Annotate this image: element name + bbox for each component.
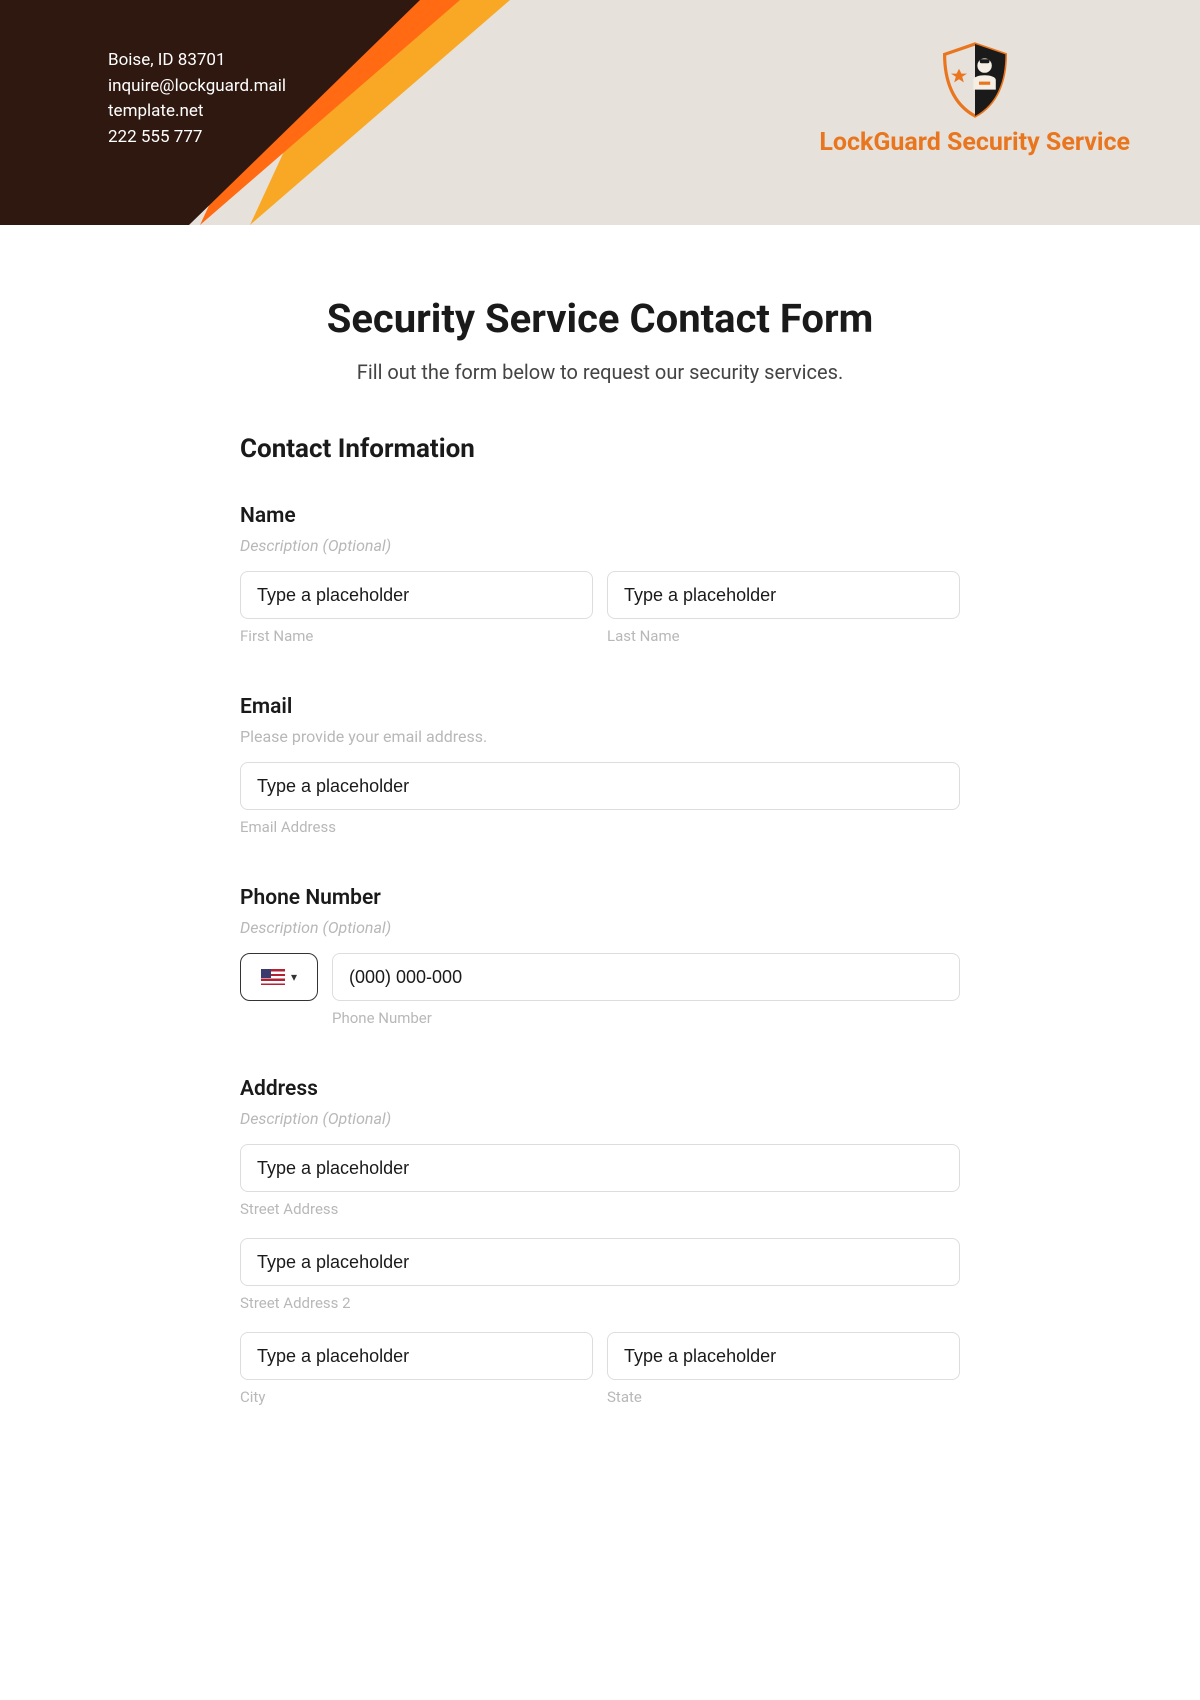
contact-site: template.net	[108, 99, 286, 125]
street-address-sublabel: Street Address	[240, 1200, 960, 1218]
email-label: Email	[240, 695, 960, 719]
chevron-down-icon: ▾	[291, 970, 297, 984]
phone-input[interactable]	[332, 953, 960, 1001]
state-input[interactable]	[607, 1332, 960, 1380]
email-sublabel: Email Address	[240, 818, 960, 836]
form-subtitle: Fill out the form below to request our s…	[240, 360, 960, 384]
city-sublabel: City	[240, 1388, 593, 1406]
city-input[interactable]	[240, 1332, 593, 1380]
last-name-sublabel: Last Name	[607, 627, 960, 645]
contact-city: Boise, ID 83701	[108, 48, 286, 74]
phone-field-group: Phone Number Description (Optional) ▾ Ph…	[240, 886, 960, 1027]
company-block: LockGuard Security Service	[819, 40, 1130, 157]
header-banner: Boise, ID 83701 inquire@lockguard.mail t…	[0, 0, 1200, 225]
country-code-select[interactable]: ▾	[240, 953, 318, 1001]
first-name-sublabel: First Name	[240, 627, 593, 645]
contact-email: inquire@lockguard.mail	[108, 74, 286, 100]
header-contact-block: Boise, ID 83701 inquire@lockguard.mail t…	[108, 48, 286, 150]
address-field-group: Address Description (Optional) Street Ad…	[240, 1077, 960, 1406]
phone-label: Phone Number	[240, 886, 960, 910]
first-name-input[interactable]	[240, 571, 593, 619]
section-contact-info: Contact Information	[240, 434, 960, 464]
name-field-group: Name Description (Optional) First Name L…	[240, 504, 960, 645]
contact-phone: 222 555 777	[108, 125, 286, 151]
name-label: Name	[240, 504, 960, 528]
address-label: Address	[240, 1077, 960, 1101]
us-flag-icon	[261, 969, 285, 985]
street-address-input[interactable]	[240, 1144, 960, 1192]
email-description: Please provide your email address.	[240, 727, 960, 746]
street-address-2-sublabel: Street Address 2	[240, 1294, 960, 1312]
state-sublabel: State	[607, 1388, 960, 1406]
address-description: Description (Optional)	[240, 1109, 960, 1128]
name-description: Description (Optional)	[240, 536, 960, 555]
shield-guard-icon	[935, 40, 1015, 120]
phone-description: Description (Optional)	[240, 918, 960, 937]
form-title: Security Service Contact Form	[240, 295, 960, 342]
phone-sublabel: Phone Number	[332, 1009, 960, 1027]
email-field-group: Email Please provide your email address.…	[240, 695, 960, 836]
street-address-2-input[interactable]	[240, 1238, 960, 1286]
email-input[interactable]	[240, 762, 960, 810]
last-name-input[interactable]	[607, 571, 960, 619]
form-container: Security Service Contact Form Fill out t…	[190, 225, 1010, 1496]
company-name: LockGuard Security Service	[819, 128, 1130, 157]
